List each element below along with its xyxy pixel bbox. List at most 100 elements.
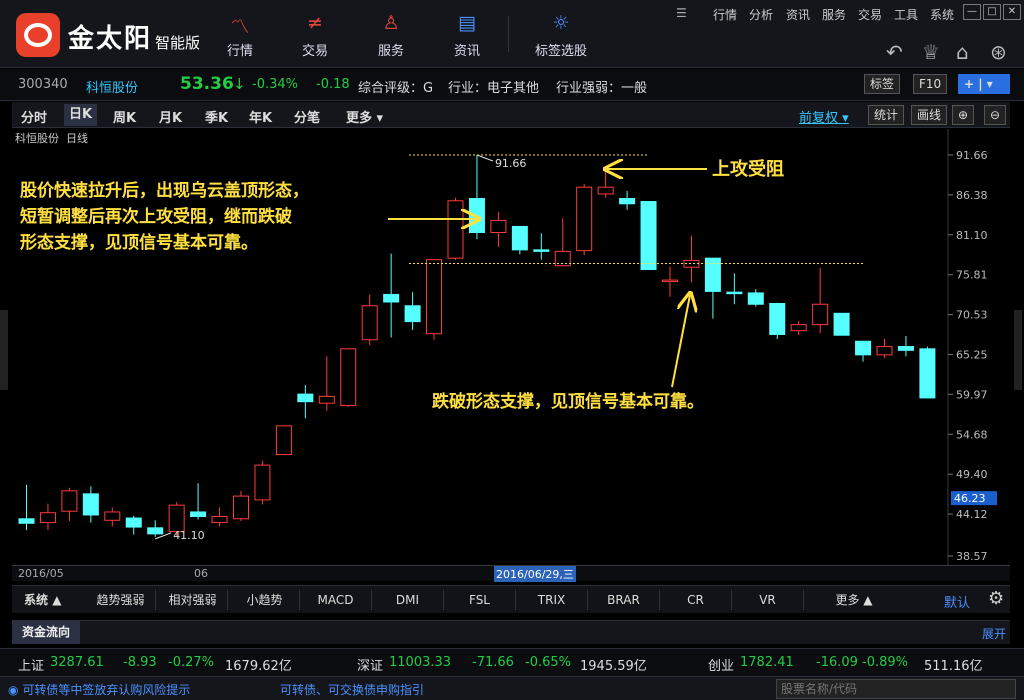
candle-body xyxy=(855,340,872,356)
tag-button[interactable]: 标签 xyxy=(864,74,901,94)
kline-chart[interactable]: 科恒股份 日线 91.66 86.38 81.10 75.81 70.53 65.25 59… xyxy=(12,129,1010,565)
draw-line-button[interactable]: 画线 xyxy=(911,105,948,125)
default-button[interactable]: 默认 xyxy=(944,592,970,611)
gear-icon[interactable]: ⚙ xyxy=(988,588,1004,609)
candle-body xyxy=(426,259,443,335)
candle-body xyxy=(897,346,914,351)
stats-button[interactable]: 统计 xyxy=(868,105,905,125)
change-value: -0.18 xyxy=(316,77,350,92)
stock-search-input[interactable] xyxy=(776,679,1016,699)
user-icon: ♙ xyxy=(382,12,400,34)
indicator-small-trend[interactable]: 小趋势 xyxy=(230,590,300,610)
y-tick-label: 70.53 xyxy=(956,309,988,322)
menu-tools[interactable]: 工具 xyxy=(894,6,918,23)
zoom-in-icon[interactable]: ⊕ xyxy=(952,105,974,125)
sh-name[interactable]: 上证 xyxy=(18,655,44,674)
left-collapse-handle[interactable] xyxy=(0,310,8,390)
notice-cb-guide[interactable]: 可转债、可交换债申购指引 xyxy=(280,681,424,698)
tab-more[interactable]: 更多 ▾ xyxy=(346,107,383,126)
breakdown-arrow xyxy=(671,295,690,388)
candle-body xyxy=(833,312,850,336)
tab-ticks[interactable]: 分笔 xyxy=(294,107,320,126)
candle-body xyxy=(190,511,207,517)
bank-icon[interactable]: ⌂ xyxy=(956,40,969,64)
indicator-cr[interactable]: CR xyxy=(660,590,732,610)
menu-list-icon[interactable]: ☰ xyxy=(676,6,687,20)
cy-amount: 511.16亿 xyxy=(924,659,983,674)
right-collapse-handle[interactable] xyxy=(1014,310,1022,390)
nav-service[interactable]: ♙ 服务 xyxy=(359,12,423,59)
y-tick-label: 81.10 xyxy=(956,229,988,242)
annotation-bottom-label: 跌破形态支撑，见顶信号基本可靠。 xyxy=(432,391,704,412)
nav-divider xyxy=(508,16,509,52)
tab-yearly[interactable]: 年K xyxy=(249,107,272,126)
candle-body xyxy=(211,515,228,524)
y-tick-label: 65.25 xyxy=(956,348,988,361)
y-tick-label: 91.66 xyxy=(956,149,988,162)
candle-body xyxy=(597,186,614,195)
indicator-vr[interactable]: VR xyxy=(732,590,804,610)
menu-news[interactable]: 资讯 xyxy=(786,6,810,23)
menu-analysis[interactable]: 分析 xyxy=(749,6,773,23)
bottom-bar: ◉ 可转债等中签放弃认购风险提示 可转债、可交换债申购指引 xyxy=(0,676,1024,700)
menu-quotes[interactable]: 行情 xyxy=(713,6,737,23)
stock-name[interactable]: 科恒股份 xyxy=(86,77,138,96)
add-button[interactable]: + | ▾ xyxy=(958,74,1010,94)
sz-name[interactable]: 深证 xyxy=(357,655,383,674)
candle-body xyxy=(147,527,164,535)
indicator-trix[interactable]: TRIX xyxy=(516,590,588,610)
menu-service[interactable]: 服务 xyxy=(822,6,846,23)
cy-name[interactable]: 创业 xyxy=(708,655,734,674)
maximize-button[interactable]: □ xyxy=(983,4,1001,20)
change-percent: -0.34% xyxy=(252,77,298,92)
adjust-dropdown[interactable]: 前复权 ▾ xyxy=(799,107,849,126)
minimize-button[interactable]: — xyxy=(963,4,981,20)
annotation-top-label: 上攻受阻 xyxy=(712,158,784,180)
nav-news[interactable]: ▤ 资讯 xyxy=(435,12,499,59)
indicator-trend[interactable]: 趋势强弱 xyxy=(86,590,156,610)
menu-system[interactable]: 系统 xyxy=(930,6,954,23)
sh-value: 3287.61 xyxy=(50,655,104,670)
swirl-icon[interactable]: ⊛ xyxy=(990,40,1007,64)
tab-daily[interactable]: 日K xyxy=(64,104,98,126)
candle-body xyxy=(361,305,378,341)
nav-trade[interactable]: ≠ 交易 xyxy=(283,12,347,59)
tab-monthly[interactable]: 月K xyxy=(159,107,182,126)
date-axis: 2016/05 06 2016/06/29,三 xyxy=(12,565,1010,582)
nav-quotes[interactable]: 〽行情 xyxy=(208,12,272,59)
candle-body xyxy=(747,292,764,305)
chart-svg: 91.66 86.38 81.10 75.81 70.53 65.25 59.97 54.68… xyxy=(18,129,997,565)
notice-cb-risk[interactable]: ◉ 可转债等中签放弃认购风险提示 xyxy=(8,681,190,698)
tab-intraday[interactable]: 分时 xyxy=(21,107,47,126)
sh-change: -8.93 xyxy=(123,655,157,670)
nav-tag-select[interactable]: ☼ 标签选股 xyxy=(526,12,596,59)
candle-body xyxy=(447,200,464,259)
indicator-dmi[interactable]: DMI xyxy=(372,590,444,610)
fund-flow-tab[interactable]: 资金流向 xyxy=(12,621,81,644)
indicator-more[interactable]: 更多 ▲ xyxy=(804,590,904,610)
y-tick-label: 86.38 xyxy=(956,189,988,202)
candle-body xyxy=(812,303,829,326)
indicator-brar[interactable]: BRAR xyxy=(588,590,660,610)
indicator-fsl[interactable]: FSL xyxy=(444,590,516,610)
trophy-icon[interactable]: ♕ xyxy=(922,40,940,64)
menu-trade[interactable]: 交易 xyxy=(858,6,882,23)
back-icon[interactable]: ↶ xyxy=(886,40,903,64)
indicator-macd[interactable]: MACD xyxy=(300,590,372,610)
cy-value: 1782.41 xyxy=(740,655,794,670)
industry: 行业：电子其他 xyxy=(448,81,540,96)
current-price-label: 46.23 xyxy=(954,492,986,505)
tab-weekly[interactable]: 周K xyxy=(113,107,136,126)
indicator-relative[interactable]: 相对强弱 xyxy=(158,590,228,610)
zoom-out-icon[interactable]: ⊖ xyxy=(984,105,1006,125)
close-button[interactable]: ✕ xyxy=(1003,4,1021,20)
sh-percent: -0.27% xyxy=(168,655,214,670)
expand-button[interactable]: 展开 xyxy=(982,625,1006,642)
candle-body xyxy=(383,293,400,303)
candle-body xyxy=(61,490,78,512)
date-label-may: 2016/05 xyxy=(18,567,64,580)
tab-quarterly[interactable]: 季K xyxy=(205,107,228,126)
y-tick-label: 44.12 xyxy=(956,508,988,521)
system-indicator[interactable]: 系统 ▲ xyxy=(24,591,61,608)
f10-button[interactable]: F10 xyxy=(913,74,948,94)
